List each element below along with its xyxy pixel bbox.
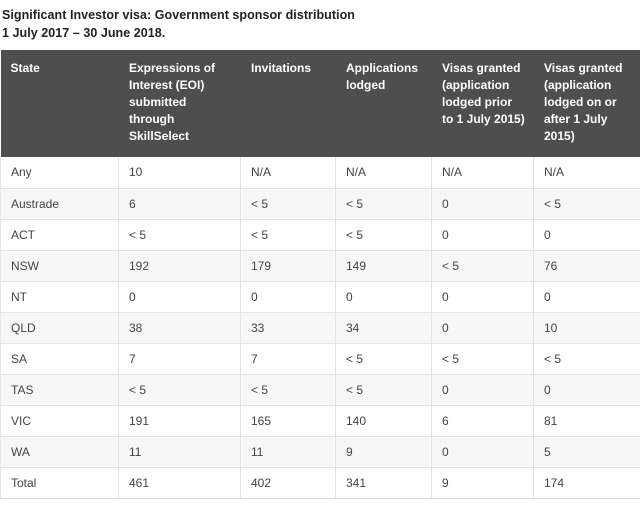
column-header-state[interactable]: State — [0, 50, 119, 157]
cell-invitations: < 5 — [240, 219, 336, 251]
cell-visas-prior: 0 — [431, 219, 534, 251]
cell-applications: 9 — [335, 436, 432, 468]
cell-visas-after: 174 — [533, 467, 640, 499]
cell-visas-prior: 9 — [431, 467, 534, 499]
cell-applications: 149 — [335, 250, 432, 282]
cell-state: NT — [0, 281, 119, 313]
cell-eoi: 191 — [118, 405, 241, 437]
cell-eoi: 192 — [118, 250, 241, 282]
cell-eoi: 461 — [118, 467, 241, 499]
cell-visas-prior: < 5 — [431, 343, 534, 375]
cell-visas-after: 5 — [533, 436, 640, 468]
cell-applications: < 5 — [335, 374, 432, 406]
caption-line-title: Significant Investor visa: Government sp… — [2, 8, 355, 22]
column-header-visas-prior[interactable]: Visas granted (application lodged prior … — [431, 50, 534, 157]
table-caption: Significant Investor visa: Government sp… — [0, 0, 640, 42]
cell-invitations: 7 — [240, 343, 336, 375]
column-header-eoi[interactable]: Expressions of Interest (EOI) submitted … — [118, 50, 241, 157]
cell-applications: 0 — [335, 281, 432, 313]
table-row: ACT < 5 < 5 < 500 — [0, 219, 640, 251]
cell-visas-after: < 5 — [533, 188, 640, 220]
cell-eoi: 38 — [118, 312, 241, 344]
table-row: VIC 191 165 140 6 81 — [0, 405, 640, 437]
cell-visas-after: 0 — [533, 281, 640, 313]
cell-applications: 140 — [335, 405, 432, 437]
cell-invitations: 0 — [240, 281, 336, 313]
cell-state: SA — [0, 343, 119, 375]
cell-eoi: < 5 — [118, 374, 241, 406]
cell-eoi: 11 — [118, 436, 241, 468]
table-row: TAS < 5 < 5 < 500 — [0, 374, 640, 406]
table-row: QLD 38 33 34 0 10 — [0, 312, 640, 344]
cell-invitations: < 5 — [240, 374, 336, 406]
cell-visas-prior: 0 — [431, 281, 534, 313]
cell-visas-prior: 0 — [431, 312, 534, 344]
cell-invitations: 179 — [240, 250, 336, 282]
cell-visas-prior: 0 — [431, 374, 534, 406]
cell-visas-after: 0 — [533, 374, 640, 406]
table-row: WA 11 11 9 0 5 — [0, 436, 640, 468]
cell-invitations: 402 — [240, 467, 336, 499]
column-header-invitations[interactable]: Invitations — [240, 50, 336, 157]
cell-invitations: < 5 — [240, 188, 336, 220]
cell-applications: < 5 — [335, 343, 432, 375]
cell-invitations: 165 — [240, 405, 336, 437]
cell-visas-prior: < 5 — [431, 250, 534, 282]
cell-applications: < 5 — [335, 188, 432, 220]
cell-eoi: 10 — [118, 157, 241, 189]
table-row: SA 7 7 < 5 < 5 < 5 — [0, 343, 640, 375]
cell-eoi: 7 — [118, 343, 241, 375]
table-header: State Expressions of Interest (EOI) subm… — [0, 50, 640, 157]
table-row: NT 0 0 0 0 0 — [0, 281, 640, 313]
table-body: Any 10 N/A N/A N/A N/A Austrade 6 < 5 < 5 0 < 5 ACT <… — [0, 157, 640, 499]
cell-visas-after: N/A — [533, 157, 640, 189]
cell-visas-after: 81 — [533, 405, 640, 437]
cell-invitations: 33 — [240, 312, 336, 344]
table-row: Any 10 N/A N/A N/A N/A — [0, 157, 640, 189]
cell-visas-after: 0 — [533, 219, 640, 251]
cell-state: WA — [0, 436, 119, 468]
sponsor-distribution-table: State Expressions of Interest (EOI) subm… — [0, 50, 640, 499]
cell-state: Austrade — [0, 188, 119, 220]
cell-state: VIC — [0, 405, 119, 437]
cell-state: NSW — [0, 250, 119, 282]
table-row: Total 461 402 341 9 174 — [0, 467, 640, 499]
table-row: NSW 192 179 149 < 5 76 — [0, 250, 640, 282]
caption-line-period: 1 July 2017 – 30 June 2018. — [2, 26, 166, 40]
cell-applications: N/A — [335, 157, 432, 189]
cell-visas-after: 10 — [533, 312, 640, 344]
cell-state: QLD — [0, 312, 119, 344]
cell-applications: 341 — [335, 467, 432, 499]
cell-state: TAS — [0, 374, 119, 406]
cell-visas-after: 76 — [533, 250, 640, 282]
cell-applications: < 5 — [335, 219, 432, 251]
cell-eoi: 0 — [118, 281, 241, 313]
cell-state: ACT — [0, 219, 119, 251]
cell-eoi: < 5 — [118, 219, 241, 251]
cell-invitations: 11 — [240, 436, 336, 468]
cell-visas-prior: 6 — [431, 405, 534, 437]
column-header-visas-after[interactable]: Visas granted (application lodged on or … — [533, 50, 640, 157]
cell-visas-prior: N/A — [431, 157, 534, 189]
cell-visas-prior: 0 — [431, 436, 534, 468]
table-page: Significant Investor visa: Government sp… — [0, 0, 640, 506]
cell-visas-prior: 0 — [431, 188, 534, 220]
cell-eoi: 6 — [118, 188, 241, 220]
table-header-row: State Expressions of Interest (EOI) subm… — [0, 50, 640, 157]
cell-visas-after: < 5 — [533, 343, 640, 375]
column-header-applications[interactable]: Applications lodged — [335, 50, 432, 157]
cell-state: Any — [0, 157, 119, 189]
cell-invitations: N/A — [240, 157, 336, 189]
table-row: Austrade 6 < 5 < 5 0 < 5 — [0, 188, 640, 220]
cell-applications: 34 — [335, 312, 432, 344]
cell-state: Total — [0, 467, 119, 499]
